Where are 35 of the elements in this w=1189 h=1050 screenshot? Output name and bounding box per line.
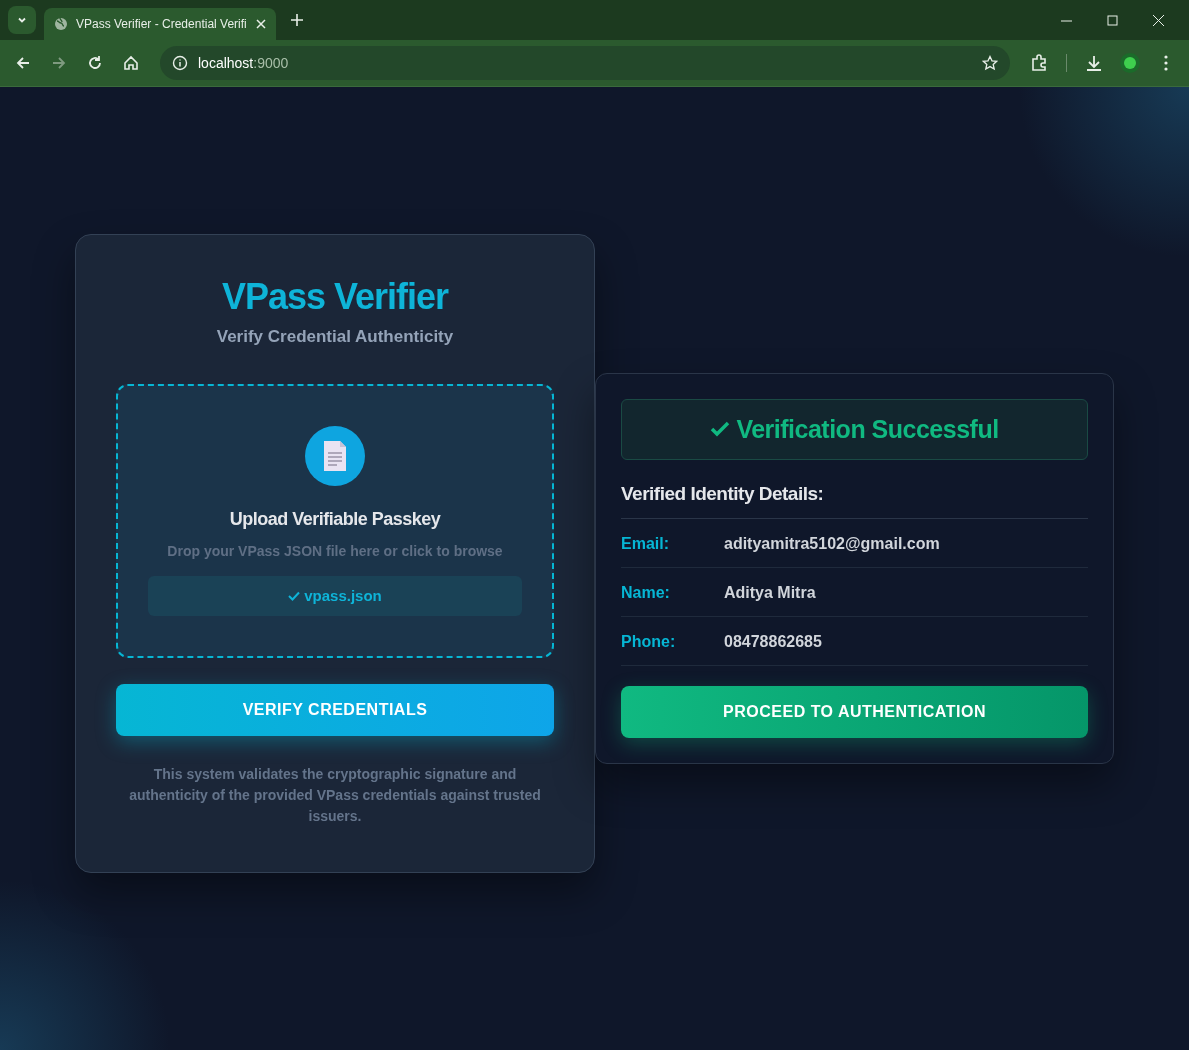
detail-value: Aditya Mitra	[724, 583, 816, 604]
new-tab-icon[interactable]	[290, 13, 304, 27]
star-icon[interactable]	[982, 55, 998, 71]
details-heading: Verified Identity Details:	[621, 479, 1088, 520]
home-icon[interactable]	[123, 55, 139, 71]
status-banner: Verification Successful	[621, 398, 1088, 460]
detail-label: Name:	[621, 583, 671, 604]
upload-hint: Drop your VPass JSON file here or click to browse	[166, 541, 504, 561]
upload-title: Upload Verifiable Passkey	[228, 507, 442, 531]
globe-icon	[54, 17, 68, 31]
reload-icon[interactable]	[87, 55, 103, 71]
detail-label: Email:	[621, 534, 670, 555]
upload-drop-zone[interactable]: Upload Verifiable Passkey Drop your VPass JSON file here or click to browse vpass.json	[116, 383, 554, 659]
info-icon	[172, 55, 188, 71]
tab-search-button[interactable]	[8, 6, 36, 34]
detail-label: Phone:	[621, 632, 677, 653]
selected-file: vpass.json	[148, 575, 522, 617]
check-icon	[710, 421, 731, 438]
close-icon[interactable]	[256, 19, 266, 29]
maximize-icon[interactable]	[1106, 14, 1118, 26]
detail-value: adityamitra5102@gmail.com	[724, 534, 940, 555]
forward-icon[interactable]	[51, 55, 67, 71]
browser-tab[interactable]: VPass Verifier - Credential Verifi	[44, 8, 276, 40]
close-icon[interactable]	[1152, 14, 1164, 26]
footnote-text: This system validates the cryptographic signature and authenticity of the provided VPass credentials against trusted issuers.	[128, 765, 542, 827]
avatar-icon[interactable]	[1119, 52, 1141, 74]
address-bar[interactable]: localhost:9000	[160, 46, 1010, 80]
app-subtitle: Verify Credential Authenticity	[215, 326, 455, 349]
check-icon	[288, 590, 301, 601]
app-title: VPass Verifier	[220, 274, 450, 319]
menu-icon[interactable]	[1164, 55, 1168, 71]
detail-value: 08478862685	[724, 632, 822, 653]
puzzle-icon[interactable]	[1030, 54, 1048, 72]
back-icon[interactable]	[15, 55, 31, 71]
download-icon[interactable]	[1085, 54, 1103, 72]
